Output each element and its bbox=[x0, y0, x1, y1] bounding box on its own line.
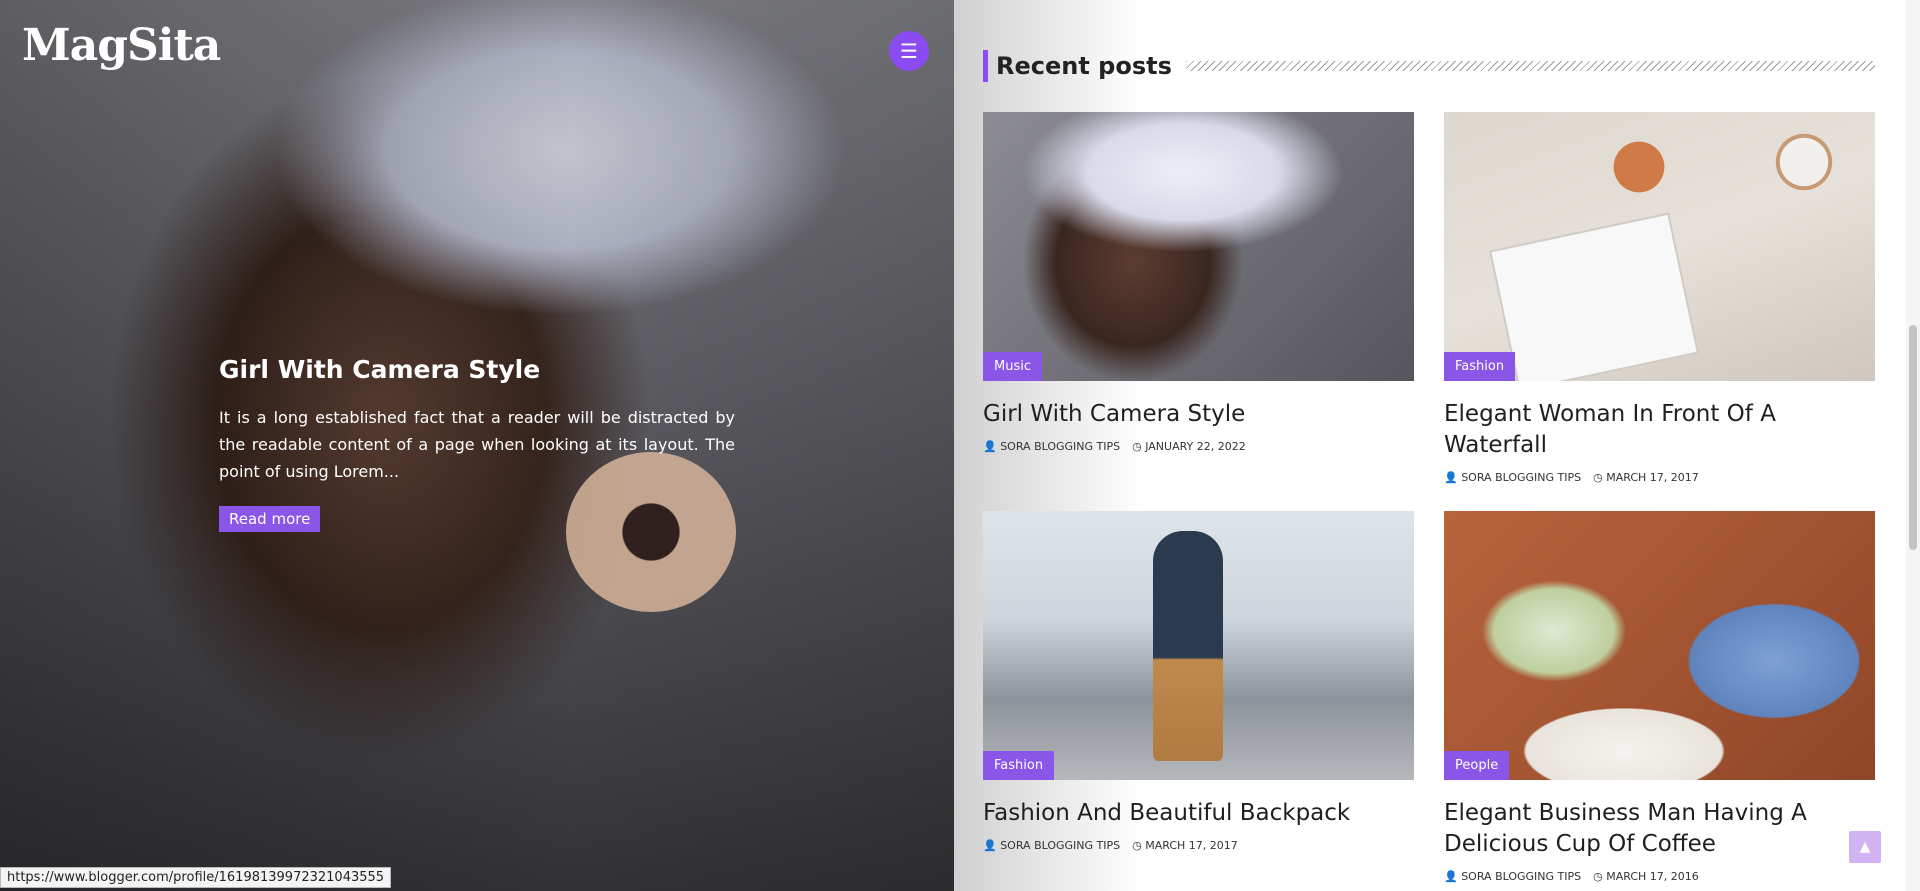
post-author[interactable]: 👤 SORA BLOGGING TIPS bbox=[983, 440, 1120, 453]
post-card[interactable]: Fashion Fashion And Beautiful Backpack 👤… bbox=[983, 511, 1414, 852]
hamburger-menu-icon: ☰ bbox=[900, 39, 918, 63]
category-badge[interactable]: Music bbox=[983, 352, 1042, 381]
category-badge[interactable]: Fashion bbox=[1444, 352, 1516, 381]
post-meta: 👤 SORA BLOGGING TIPS ◷ MARCH 17, 2016 bbox=[1444, 870, 1875, 883]
author-name[interactable]: SORA BLOGGING TIPS bbox=[1000, 440, 1120, 453]
post-date: ◷ MARCH 17, 2017 bbox=[1132, 839, 1238, 852]
clock-icon: ◷ bbox=[1132, 440, 1142, 453]
user-icon: 👤 bbox=[983, 440, 997, 453]
post-card[interactable]: People Elegant Business Man Having A Del… bbox=[1444, 511, 1875, 883]
user-icon: 👤 bbox=[983, 839, 997, 852]
scrollbar-thumb[interactable] bbox=[1909, 325, 1917, 550]
date-text: MARCH 17, 2017 bbox=[1606, 471, 1699, 484]
scroll-to-top-button[interactable]: ▲ bbox=[1849, 831, 1881, 863]
category-badge[interactable]: Fashion bbox=[983, 751, 1055, 780]
category-badge[interactable]: People bbox=[1444, 751, 1510, 780]
post-thumbnail[interactable]: Fashion bbox=[983, 511, 1414, 780]
hero-excerpt: It is a long established fact that a rea… bbox=[219, 408, 735, 481]
section-stripe-divider bbox=[1185, 61, 1875, 71]
status-url: https://www.blogger.com/profile/16198139… bbox=[0, 867, 392, 888]
post-title[interactable]: Fashion And Beautiful Backpack bbox=[983, 798, 1414, 829]
post-title[interactable]: Girl With Camera Style bbox=[983, 399, 1414, 430]
menu-button[interactable]: ☰ bbox=[889, 31, 929, 71]
post-title[interactable]: Elegant Woman In Front Of A Waterfall bbox=[1444, 399, 1875, 461]
post-author[interactable]: 👤 SORA BLOGGING TIPS bbox=[1444, 471, 1581, 484]
chevron-up-icon: ▲ bbox=[1859, 839, 1871, 855]
site-logo[interactable]: MagSita bbox=[22, 20, 221, 71]
post-thumbnail[interactable]: Music bbox=[983, 112, 1414, 381]
post-card[interactable]: Fashion Elegant Woman In Front Of A Wate… bbox=[1444, 112, 1875, 484]
post-title[interactable]: Elegant Business Man Having A Delicious … bbox=[1444, 798, 1875, 860]
section-title: Recent posts bbox=[996, 52, 1172, 80]
date-text: MARCH 17, 2016 bbox=[1606, 870, 1699, 883]
post-author[interactable]: 👤 SORA BLOGGING TIPS bbox=[1444, 870, 1581, 883]
user-icon: 👤 bbox=[1444, 870, 1458, 883]
user-icon: 👤 bbox=[1444, 471, 1458, 484]
post-meta: 👤 SORA BLOGGING TIPS ◷ MARCH 17, 2017 bbox=[983, 839, 1414, 852]
post-date: ◷ JANUARY 22, 2022 bbox=[1132, 440, 1246, 453]
author-name[interactable]: SORA BLOGGING TIPS bbox=[1461, 870, 1581, 883]
section-accent-bar bbox=[983, 50, 988, 82]
author-name[interactable]: SORA BLOGGING TIPS bbox=[1000, 839, 1120, 852]
clock-icon: ◷ bbox=[1132, 839, 1142, 852]
author-name[interactable]: SORA BLOGGING TIPS bbox=[1461, 471, 1581, 484]
post-meta: 👤 SORA BLOGGING TIPS ◷ MARCH 17, 2017 bbox=[1444, 471, 1875, 484]
date-text: JANUARY 22, 2022 bbox=[1145, 440, 1246, 453]
post-thumbnail[interactable]: Fashion bbox=[1444, 112, 1875, 381]
post-date: ◷ MARCH 17, 2016 bbox=[1593, 870, 1699, 883]
recent-posts-header: Recent posts bbox=[983, 50, 1875, 82]
clock-icon: ◷ bbox=[1593, 471, 1603, 484]
post-meta: 👤 SORA BLOGGING TIPS ◷ JANUARY 22, 2022 bbox=[983, 440, 1414, 453]
post-date: ◷ MARCH 17, 2017 bbox=[1593, 471, 1699, 484]
read-more-button[interactable]: Read more bbox=[219, 506, 321, 532]
hero-content: Girl With Camera Style It is a long esta… bbox=[219, 355, 735, 532]
post-thumbnail[interactable]: People bbox=[1444, 511, 1875, 780]
date-text: MARCH 17, 2017 bbox=[1145, 839, 1238, 852]
hero-title[interactable]: Girl With Camera Style bbox=[219, 355, 735, 384]
clock-icon: ◷ bbox=[1593, 870, 1603, 883]
featured-hero[interactable]: MagSita ☰ Girl With Camera Style It is a… bbox=[0, 0, 954, 891]
post-author[interactable]: 👤 SORA BLOGGING TIPS bbox=[983, 839, 1120, 852]
post-card[interactable]: Music Girl With Camera Style 👤 SORA BLOG… bbox=[983, 112, 1414, 453]
